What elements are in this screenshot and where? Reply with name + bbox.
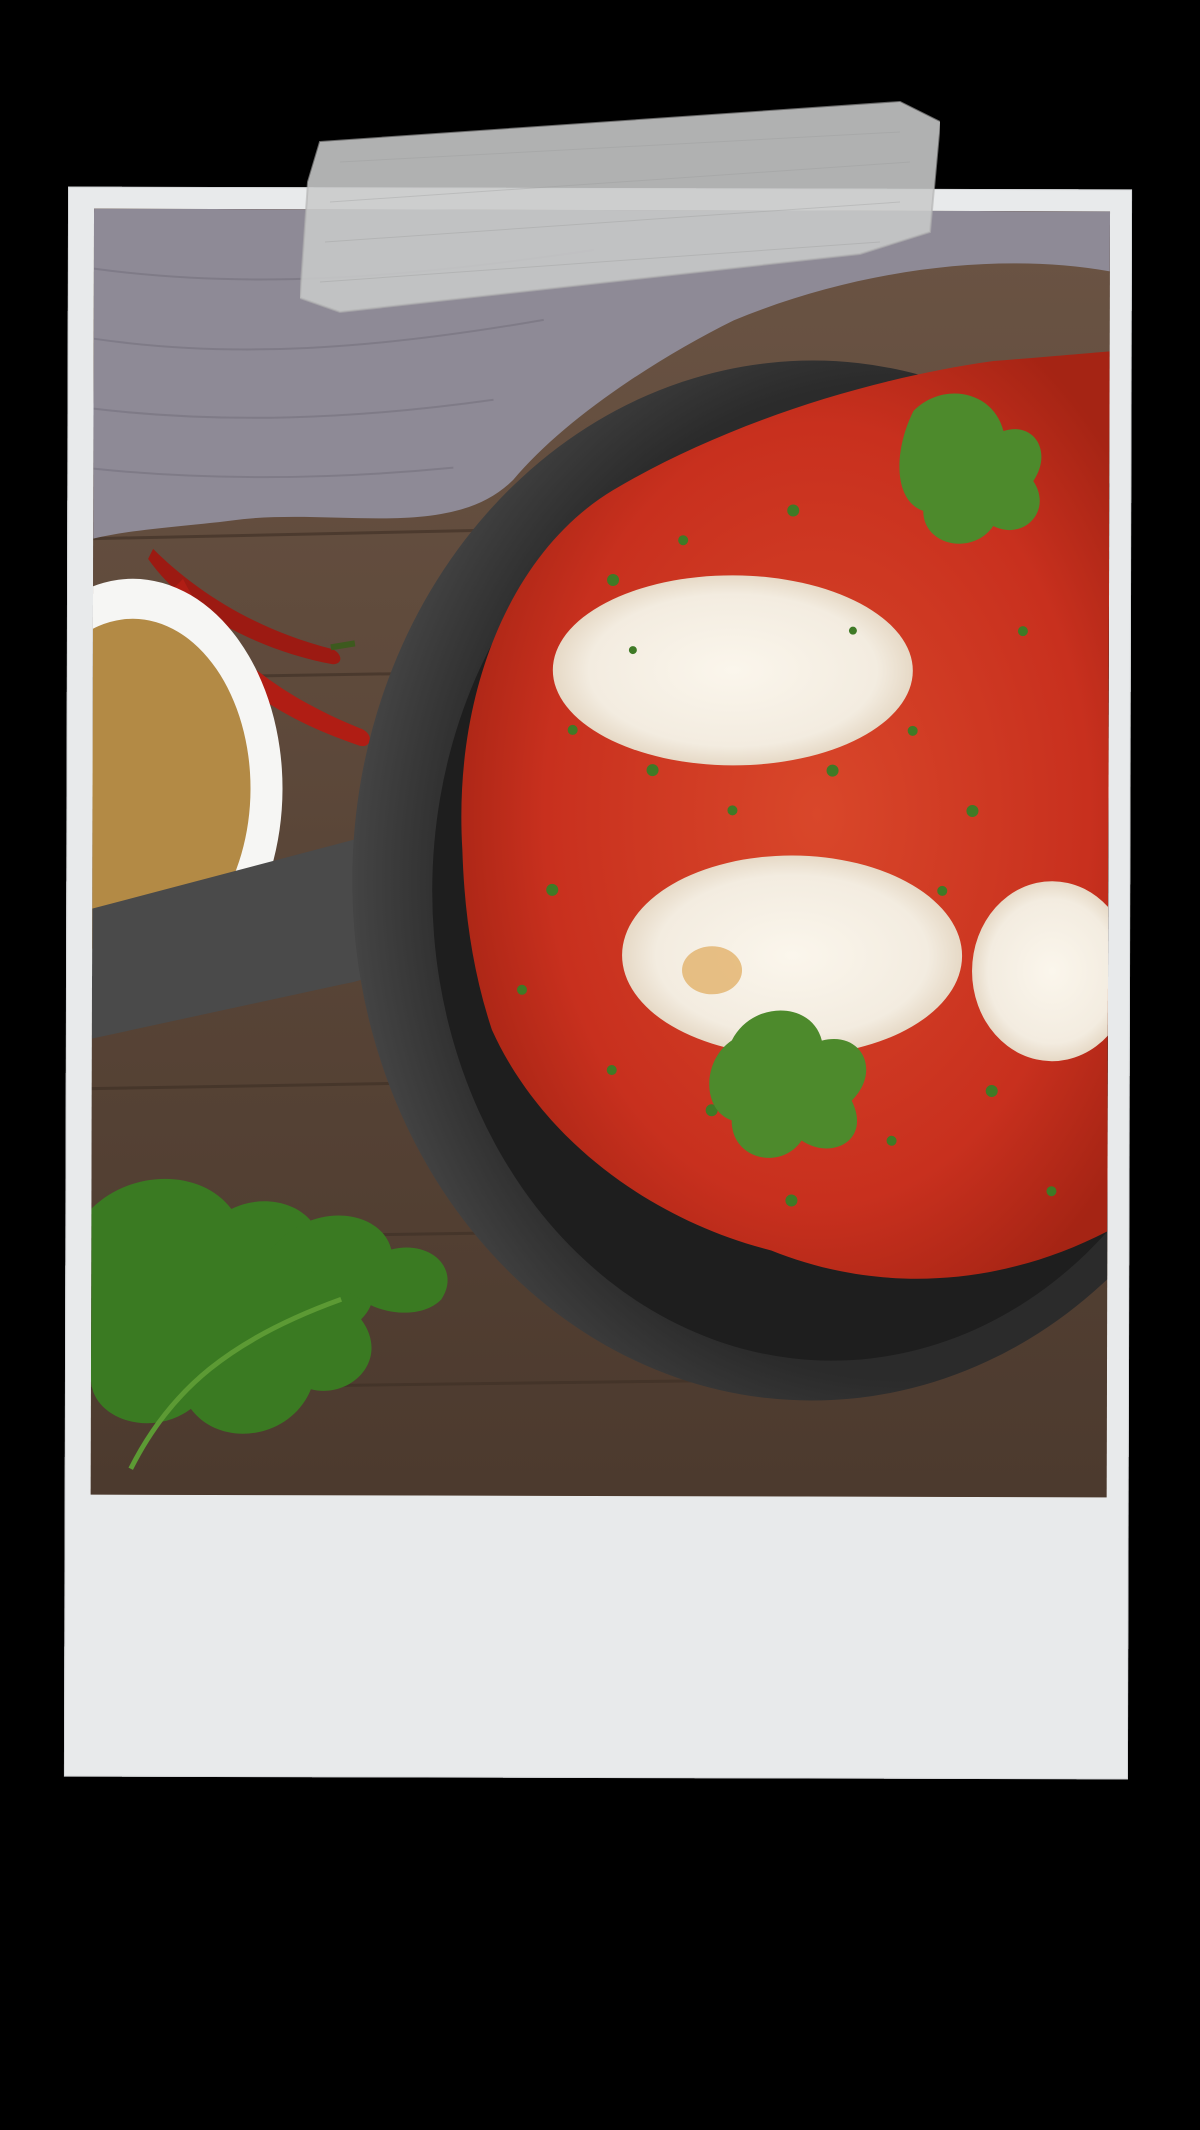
polaroid-frame: [63, 186, 1133, 1780]
egg-icon: [552, 575, 913, 766]
caption-area: [90, 1497, 1107, 1770]
food-photo: [90, 208, 1111, 1498]
shakshuka-illustration: [90, 208, 1111, 1498]
